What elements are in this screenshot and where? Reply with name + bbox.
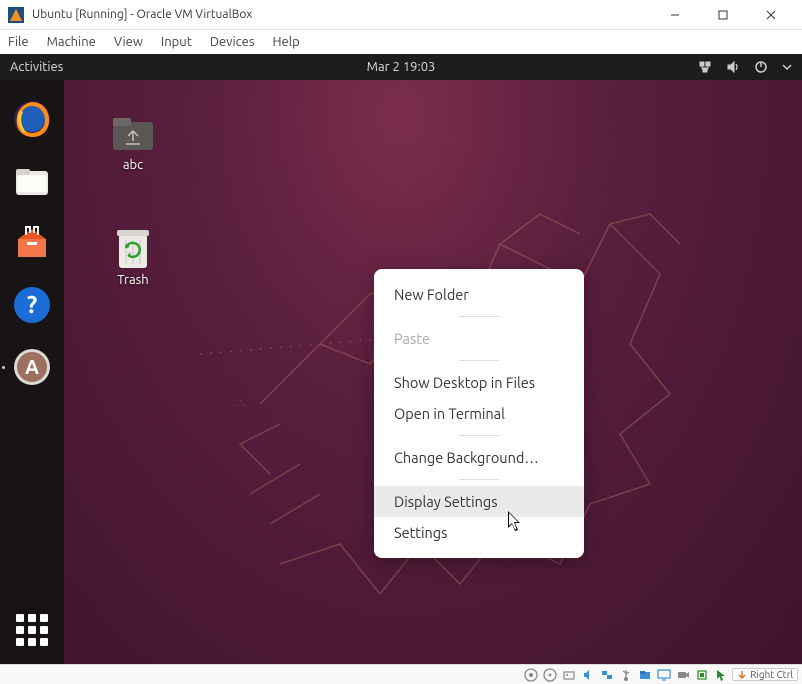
menu-machine[interactable]: Machine	[47, 35, 96, 49]
ctx-separator	[459, 316, 499, 317]
chevron-down-icon	[782, 62, 792, 72]
activities-button[interactable]: Activities	[10, 60, 63, 74]
host-key-label: Right Ctrl	[750, 669, 793, 680]
ubuntu-dock: ? A	[0, 80, 64, 664]
status-display-icon[interactable]	[656, 667, 672, 683]
gnome-topbar: Activities Mar 2 19:03	[0, 54, 802, 80]
menu-help[interactable]: Help	[273, 35, 300, 49]
minimize-button[interactable]	[652, 1, 698, 29]
menu-devices[interactable]: Devices	[210, 35, 255, 49]
ctx-open-terminal[interactable]: Open in Terminal	[374, 398, 584, 429]
ctx-separator	[459, 360, 499, 361]
status-optical-icon[interactable]	[542, 667, 558, 683]
menu-input[interactable]: Input	[161, 35, 192, 49]
show-applications-button[interactable]	[16, 614, 48, 646]
virtualbox-titlebar: Ubuntu [Running] - Oracle VM VirtualBox	[0, 0, 802, 30]
ctx-separator	[459, 479, 499, 480]
network-icon	[698, 60, 712, 74]
desktop-folder-abc[interactable]: abc	[98, 114, 168, 172]
virtualbox-menubar: File Machine View Input Devices Help	[0, 30, 802, 54]
status-usb-icon[interactable]	[618, 667, 634, 683]
power-icon	[754, 60, 768, 74]
status-area[interactable]	[698, 60, 792, 74]
ctx-change-background[interactable]: Change Background…	[374, 442, 584, 473]
dock-firefox[interactable]	[7, 94, 57, 144]
ctx-new-folder[interactable]: New Folder	[374, 279, 584, 310]
dock-files[interactable]	[7, 156, 57, 206]
window-title: Ubuntu [Running] - Oracle VM VirtualBox	[32, 8, 652, 21]
menu-view[interactable]: View	[114, 35, 143, 49]
ctx-settings[interactable]: Settings	[374, 517, 584, 548]
ubuntu-desktop[interactable]: Activities Mar 2 19:03	[0, 54, 802, 664]
desktop-context-menu: New Folder Paste Show Desktop in Files O…	[374, 269, 584, 558]
topbar-clock[interactable]: Mar 2 19:03	[367, 60, 436, 74]
status-mouse-integration-icon[interactable]	[713, 667, 729, 683]
status-cpu-icon[interactable]	[694, 667, 710, 683]
dock-help[interactable]: ?	[7, 280, 57, 330]
status-audio-icon[interactable]	[580, 667, 596, 683]
desktop-folder-label: abc	[98, 158, 168, 172]
ctx-show-desktop-files[interactable]: Show Desktop in Files	[374, 367, 584, 398]
virtualbox-statusbar: Right Ctrl	[0, 664, 802, 684]
close-button[interactable]	[748, 1, 794, 29]
menu-file[interactable]: File	[8, 35, 29, 49]
maximize-button[interactable]	[700, 1, 746, 29]
status-hdd-icon[interactable]	[523, 667, 539, 683]
mouse-cursor-icon	[508, 511, 524, 535]
ctx-display-settings[interactable]: Display Settings	[374, 486, 584, 517]
arrow-down-icon	[737, 670, 747, 680]
status-storage-icon[interactable]	[561, 667, 577, 683]
status-shared-folders-icon[interactable]	[637, 667, 653, 683]
svg-text:?: ?	[27, 291, 38, 318]
status-network-icon[interactable]	[599, 667, 615, 683]
virtualbox-logo-icon	[8, 7, 24, 23]
volume-icon	[726, 60, 740, 74]
ctx-paste: Paste	[374, 323, 584, 354]
dock-updater[interactable]: A	[7, 342, 57, 392]
svg-text:A: A	[25, 355, 39, 378]
status-recording-icon[interactable]	[675, 667, 691, 683]
host-key-indicator[interactable]: Right Ctrl	[732, 668, 798, 681]
ctx-separator	[459, 435, 499, 436]
dock-software[interactable]	[7, 218, 57, 268]
desktop-trash-label: Trash	[98, 273, 168, 287]
desktop-trash[interactable]: Trash	[98, 229, 168, 287]
